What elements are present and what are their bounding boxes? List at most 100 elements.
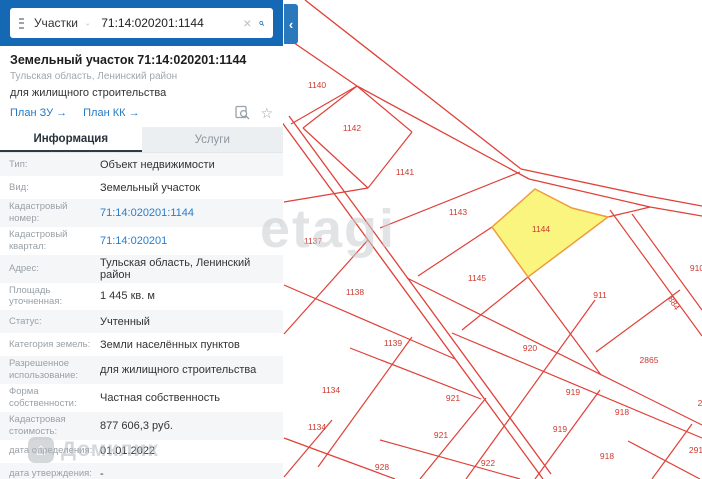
parcel-label: 1141 [396, 167, 415, 177]
parcel-label: 2 [698, 398, 702, 408]
parcel-label: 1140 [308, 80, 327, 90]
row-label: Форма собственности: [9, 386, 77, 409]
row-label: Кадастровый номер: [9, 201, 68, 224]
page-title: Земельный участок 71:14:020201:1144 [10, 53, 247, 67]
table-row: Форма собственности: Частная собственност… [0, 384, 283, 412]
parcel-label: 1145 [468, 273, 487, 283]
row-value-link[interactable]: 71:14:020201:1144 [100, 207, 198, 219]
table-row: Статус: Учтенный [0, 310, 283, 334]
favorite-star-icon[interactable]: ☆ [260, 106, 273, 120]
table-row: Адрес: Тульская область, Ленинский район [0, 254, 283, 283]
plan-kk-link[interactable]: План КК → [83, 107, 139, 119]
table-row: Площадь уточненная: 1 445 кв. м [0, 283, 283, 311]
row-label: Разрешенное использование: [9, 358, 79, 382]
table-row: Кадастровый номер: 71:14:020201:1144 [0, 199, 283, 227]
parcel-label: 1138 [346, 287, 365, 297]
parcel-boundary [379, 439, 521, 479]
parcel-boundary [356, 85, 413, 133]
parcel-boundary [349, 347, 482, 400]
row-value-link[interactable]: 71:14:020201 [100, 235, 171, 247]
parcel-boundary [290, 85, 358, 125]
parcel-boundary [302, 85, 358, 129]
parcel-boundary [609, 209, 702, 337]
parcel-boundary [283, 187, 369, 203]
row-label: Кадастровая стоимость: [9, 413, 66, 437]
table-row: Разрешенное использование: для жилищного … [0, 356, 283, 384]
parcel-label: 1134 [308, 422, 327, 432]
parcel-header: Земельный участок 71:14:020201:1144 Туль… [0, 46, 283, 127]
selected-parcel-label: 1144 [532, 224, 551, 234]
app-window: 1140 1142 1141 1143 1137 910 1145 1138 911 884 113… [0, 0, 702, 479]
plan-zu-link[interactable]: План ЗУ → [10, 107, 67, 119]
parcel-label: 918 [615, 407, 629, 417]
parcel-label: 291 [689, 445, 702, 455]
row-value: Частная собственность [100, 391, 221, 404]
row-value: Земельный участок [100, 181, 201, 194]
row-value: - [100, 468, 104, 479]
parcel-usage: для жилищного строительства [10, 87, 167, 99]
search-box: Участки × [10, 8, 273, 38]
parcel-label: 1134 [322, 385, 341, 395]
parcel-label: 921 [434, 430, 448, 440]
parcel-label: 1143 [449, 207, 468, 217]
row-label: дата определения: [9, 445, 93, 457]
menu-icon[interactable] [19, 15, 24, 31]
table-row: дата определения: 01.01.2022 [0, 440, 283, 463]
parcel-label: 911 [593, 290, 607, 300]
row-label: дата утверждения: [9, 468, 92, 479]
tab-information[interactable]: Информация [0, 127, 142, 152]
chevron-down-icon[interactable] [86, 21, 90, 28]
parcel-boundary [367, 131, 413, 189]
info-panel: Земельный участок 71:14:020201:1144 Туль… [0, 46, 283, 479]
parcel-label: 922 [481, 458, 495, 468]
parcel-boundary [379, 171, 521, 229]
parcel-label: 921 [446, 393, 460, 403]
row-label: Адрес: [9, 262, 39, 274]
category-dropdown[interactable]: Участки [34, 16, 78, 30]
row-label: Категория земель: [9, 338, 91, 350]
parcel-boundary [534, 389, 601, 479]
row-label: Статус: [9, 315, 42, 327]
header-icons: ☆ [235, 105, 273, 120]
collapse-panel-button[interactable]: ‹ [284, 4, 298, 44]
table-row: Кадастровый квартал: 71:14:020201 [0, 227, 283, 255]
table-row: дата утверждения: - [0, 462, 283, 479]
parcel-boundary [417, 226, 493, 277]
row-label: Кадастровый квартал: [9, 228, 68, 252]
parcel-boundary [283, 437, 396, 479]
plan-links-row: План ЗУ → План КК → ☆ [10, 105, 273, 127]
parcel-label: 918 [600, 451, 614, 461]
table-row: Кадастровая стоимость: 877 606,3 руб. [0, 411, 283, 440]
row-value: 1 445 кв. м [100, 290, 155, 303]
road-line [304, 0, 522, 170]
row-value: 877 606,3 руб. [100, 419, 173, 432]
row-value: Тульская область, Ленинский район [100, 256, 251, 281]
parcel-label: 919 [553, 424, 567, 434]
parcel-label: 919 [566, 387, 580, 397]
table-row: Тип: Объект недвижимости [0, 153, 283, 176]
row-label: Площадь уточненная: [9, 284, 63, 308]
row-value: 01.01.2022 [100, 445, 156, 457]
parcel-label: 928 [375, 462, 389, 472]
parcel-label: 1142 [343, 123, 362, 133]
search-input[interactable] [101, 16, 242, 30]
search-icon[interactable] [259, 15, 265, 32]
row-label: Вид: [9, 181, 29, 193]
parcel-boundary [631, 213, 702, 311]
parcel-boundary [651, 423, 693, 479]
parcel-label: 1137 [304, 236, 323, 246]
tab-services[interactable]: Услуги [141, 127, 283, 152]
doc-search-icon[interactable] [235, 105, 250, 120]
parcel-label: 920 [523, 343, 537, 353]
search-topbar: Участки × [0, 0, 283, 46]
row-value: для жилищного строительства [100, 364, 257, 377]
row-value: Учтенный [100, 315, 150, 328]
parcel-label: 884 [666, 294, 682, 312]
parcel-label: 910 [690, 263, 702, 273]
parcel-label: 1139 [384, 338, 403, 348]
table-row: Вид: Земельный участок [0, 176, 283, 199]
parcel-boundary [317, 336, 413, 468]
panel-tabs: Информация Услуги [0, 127, 283, 153]
row-value: Объект недвижимости [100, 158, 215, 171]
clear-search-icon[interactable]: × [243, 15, 251, 31]
